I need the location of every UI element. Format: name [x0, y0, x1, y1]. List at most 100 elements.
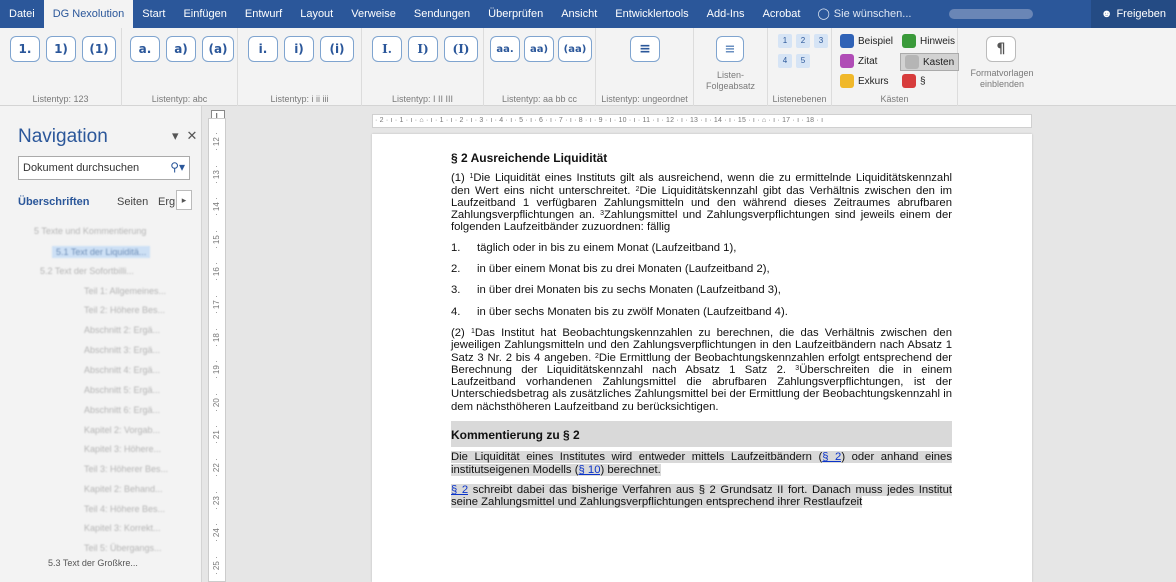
tab-add-ins[interactable]: Add-Ins	[698, 0, 754, 28]
list-123-bracket-button[interactable]: (1)	[82, 36, 116, 62]
ref-link[interactable]: § 10	[578, 463, 601, 476]
nav-heading-item[interactable]: Teil 5: Übergangs...	[84, 543, 162, 553]
tab-ueberpruefen[interactable]: Überprüfen	[479, 0, 552, 28]
beispiel-swatch-icon	[840, 34, 854, 48]
nav-heading-item[interactable]: Abschnitt 4: Ergä...	[84, 365, 160, 375]
horizontal-ruler[interactable]: · 2 · ı · 1 · ı · ⌂ · ı · 1 · ı · 2 · ı …	[372, 114, 1032, 128]
nav-tab-ergebnisse[interactable]: Erg	[158, 196, 175, 208]
kasten-paragraph-button[interactable]: §	[902, 74, 926, 88]
list-abc-dot-button[interactable]: a.	[130, 36, 160, 62]
tab-dg-nexolution[interactable]: DG Nexolution	[43, 0, 134, 28]
chevron-right-icon[interactable]: ▸	[176, 190, 192, 210]
list-aa-dot-button[interactable]: aa.	[490, 36, 520, 62]
nav-heading-item[interactable]: 5 Texte und Kommentierung	[34, 226, 146, 236]
tab-einfuegen[interactable]: Einfügen	[174, 0, 235, 28]
ruler-tick-label: · 19 ·	[212, 360, 221, 380]
list-123-dot-button[interactable]: 1.	[10, 36, 40, 62]
list-aa-paren-button[interactable]: aa)	[524, 36, 554, 62]
tab-verweise[interactable]: Verweise	[342, 0, 405, 28]
kasten-kasten-button[interactable]: Kasten	[900, 53, 960, 71]
kasten-beispiel-button[interactable]: Beispiel	[840, 34, 893, 48]
tell-me-label: Sie wünschen...	[833, 8, 912, 20]
nav-heading-item[interactable]: Kapitel 3: Höhere...	[84, 444, 161, 454]
level-3-button[interactable]: 3	[814, 34, 828, 48]
tab-entwurf[interactable]: Entwurf	[236, 0, 291, 28]
chevron-down-icon[interactable]: ▾	[172, 128, 179, 144]
tab-layout[interactable]: Layout	[291, 0, 342, 28]
tab-entwicklertools[interactable]: Entwicklertools	[606, 0, 697, 28]
tab-sendungen[interactable]: Sendungen	[405, 0, 479, 28]
ref-link[interactable]: § 2	[822, 451, 842, 464]
bullet-list-icon[interactable]: ≡	[630, 36, 660, 62]
tab-start[interactable]: Start	[133, 0, 174, 28]
nav-tab-ueberschriften[interactable]: Überschriften	[18, 196, 90, 208]
nav-search-input[interactable]: Dokument durchsuchen ⚲▾	[18, 156, 190, 180]
ref-link[interactable]: § 2	[451, 483, 469, 496]
kasten-exkurs-button[interactable]: Exkurs	[840, 74, 889, 88]
nav-heading-item[interactable]: 5.1 Text der Liquiditä...	[52, 246, 151, 258]
tab-ansicht[interactable]: Ansicht	[552, 0, 606, 28]
nav-heading-item[interactable]: Teil 3: Höherer Bes...	[84, 464, 168, 474]
list-123-paren-button[interactable]: 1)	[46, 36, 76, 62]
nav-heading-item[interactable]: Abschnitt 6: Ergä...	[84, 405, 160, 415]
list-item: 1. täglich oder in bis zu einem Monat (La…	[451, 241, 737, 254]
list-I-dot-button[interactable]: I.	[372, 36, 402, 62]
nav-heading-item[interactable]: Abschnitt 5: Ergä...	[84, 385, 160, 395]
nav-heading-item[interactable]: Kapitel 3: Korrekt...	[84, 523, 161, 533]
list-item: 2. in über einem Monat bis zu drei Monate…	[451, 263, 770, 276]
kasten-hinweis-button[interactable]: Hinweis	[902, 34, 955, 48]
level-4-button[interactable]: 4	[778, 54, 792, 68]
group-listentyp-123: 1. 1) (1) Listentyp: 123	[0, 28, 122, 106]
tell-me-box[interactable]: ◯ Sie wünschen...	[809, 0, 919, 28]
close-icon[interactable]: ✕	[187, 128, 198, 144]
nav-heading-item[interactable]: Abschnitt 2: Ergä...	[84, 325, 160, 335]
listen-folgeabsatz-label[interactable]: Listen- Folgeabsatz	[694, 70, 767, 92]
kasten-hinweis-label: Hinweis	[920, 35, 956, 47]
list-i-paren-button[interactable]: i)	[284, 36, 314, 62]
document-page[interactable]: § 2 Ausreichende Liquidität (1) 1Die Liq…	[372, 134, 1032, 582]
nav-heading-item[interactable]: Kapitel 2: Behand...	[84, 484, 163, 494]
group-label: Listentyp: i ii iii	[270, 94, 329, 104]
ruler-tick-label: · 15 ·	[212, 230, 221, 249]
ribbon-tab-bar: Datei DG Nexolution Start Einfügen Entwu…	[0, 0, 1176, 28]
nav-tab-seiten[interactable]: Seiten	[117, 196, 148, 208]
level-5-button[interactable]: 5	[796, 54, 810, 68]
nav-heading-item[interactable]: 5.3 Text der Großkre...	[48, 558, 138, 568]
nav-heading-item[interactable]: 5.2 Text der Sofortbilli...	[40, 266, 134, 276]
group-listentyp-roman-upper: I. I) (I) Listentyp: I II III	[362, 28, 484, 106]
formatvorlagen-label[interactable]: Formatvorlagen einblenden	[958, 68, 1046, 90]
level-2-button[interactable]: 2	[796, 34, 810, 48]
nav-heading-item[interactable]: Teil 2: Höhere Bes...	[84, 305, 165, 315]
list-i-bracket-button[interactable]: (i)	[320, 36, 354, 62]
nav-heading-item[interactable]: Abschnitt 3: Ergä...	[84, 345, 160, 355]
nav-heading-item[interactable]: Kapitel 2: Vorgab...	[84, 425, 160, 435]
level-1-button[interactable]: 1	[778, 34, 792, 48]
list-I-bracket-button[interactable]: (I)	[444, 36, 478, 62]
pilcrow-icon[interactable]: ¶	[986, 36, 1016, 62]
tab-datei[interactable]: Datei	[0, 0, 44, 28]
share-button[interactable]: ☻ Freigeben	[1090, 0, 1176, 28]
list-I-paren-button[interactable]: I)	[408, 36, 438, 62]
vertical-ruler[interactable]: · 12 · · 13 · · 14 · · 15 · · 16 · · 17 · · 18…	[208, 118, 226, 582]
list-aa-bracket-button[interactable]: (aa)	[558, 36, 592, 62]
list-i-dot-button[interactable]: i.	[248, 36, 278, 62]
paragraph-list-icon[interactable]: ≡	[716, 36, 744, 62]
list-abc-bracket-button[interactable]: (a)	[202, 36, 234, 62]
commentary-paragraph-2: § 2 schreibt dabei das bisherige Verfahr…	[451, 483, 952, 509]
group-listentyp-abc: a. a) (a) Listentyp: abc	[122, 28, 238, 106]
kasten-zitat-label: Zitat	[858, 55, 878, 67]
nav-heading-item[interactable]: Teil 4: Höhere Bes...	[84, 504, 165, 514]
tab-acrobat[interactable]: Acrobat	[754, 0, 810, 28]
kasten-kasten-label: Kasten	[923, 56, 955, 68]
exkurs-swatch-icon	[840, 74, 854, 88]
nav-heading-item[interactable]: Teil 1: Allgemeines...	[84, 286, 166, 296]
laufzeitband-list: 1. täglich oder in bis zu einem Monat (La…	[451, 242, 952, 318]
ruler-tick-label: · 16 ·	[212, 262, 221, 282]
group-label: Listentyp: aa bb cc	[501, 94, 578, 104]
ruler-tick-label: · 18 ·	[212, 327, 221, 347]
list-abc-paren-button[interactable]: a)	[166, 36, 196, 62]
document-body[interactable]: § 2 Ausreichende Liquidität (1) 1Die Liq…	[451, 152, 952, 517]
kasten-swatch-icon	[905, 55, 919, 69]
kasten-zitat-button[interactable]: Zitat	[840, 54, 877, 68]
search-icon[interactable]: ⚲▾	[170, 160, 185, 174]
